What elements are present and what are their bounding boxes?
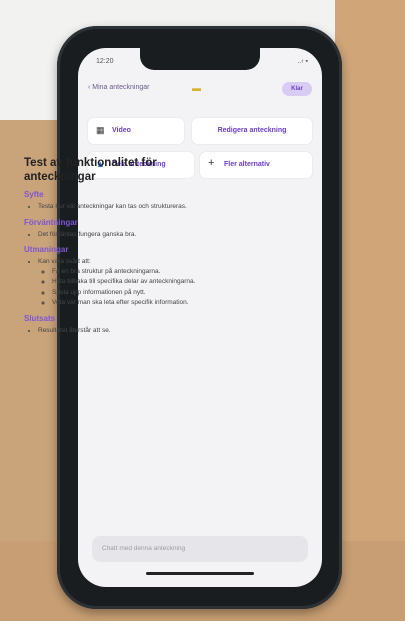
sub-list: Få en bra struktur på anteckningarna. Hi… [38, 268, 230, 308]
list-item: Resultatet återstår att se. [38, 327, 230, 336]
status-time: 12:20 [96, 58, 114, 65]
section-heading-slutsats: Slutsats [24, 313, 56, 323]
video-label: Video [112, 127, 131, 134]
sub-list-item: Få en bra struktur på anteckningarna. [52, 268, 230, 277]
phone-notch [140, 48, 260, 70]
section-list: Testa hur väl anteckningar kan tas och s… [24, 203, 230, 212]
section-list: Resultatet återstår att se. [24, 327, 230, 336]
section-heading-syfte: Syfte [24, 190, 44, 199]
list-item: Testa hur väl anteckningar kan tas och s… [38, 203, 230, 212]
section-list: Kan vara svårt att: Få en bra struktur p… [24, 258, 230, 308]
video-button[interactable]: ▦ Video [88, 118, 184, 144]
list-item-text: Kan vara svårt att: [38, 258, 91, 265]
list-item: Det förväntas fungera ganska bra. [38, 231, 230, 240]
note-content: Test av funktionalitet för anteckningar … [24, 156, 230, 337]
sub-list-item: Hitta tillbaka till specifika delar av a… [52, 278, 230, 287]
list-item: Kan vara svårt att: Få en bra struktur p… [38, 258, 230, 308]
note-title: Test av funktionalitet för anteckningar [24, 157, 157, 183]
section-list: Det förväntas fungera ganska bra. [24, 231, 230, 240]
video-icon: ▦ [96, 125, 105, 135]
back-button[interactable]: ‹ Mina anteckningar [88, 84, 149, 91]
sub-list-item: Veta var man ska leta efter specifik inf… [52, 299, 230, 308]
sub-list-item: Spela upp informationen på nytt. [52, 289, 230, 298]
navbar: ‹ Mina anteckningar ▬ Klar [88, 82, 312, 98]
folder-icon: ▬ [192, 83, 201, 93]
edit-note-button[interactable]: Redigera anteckning [192, 118, 312, 144]
more-options-label: Fler alternativ [224, 161, 270, 168]
done-button[interactable]: Klar [282, 82, 312, 96]
section-heading-utmaningar: Utmaningar [24, 245, 69, 254]
status-icons: ..‹ ▪ [297, 58, 308, 65]
background-table-right [335, 0, 405, 621]
section-heading-forvantningar: Förväntningar [24, 217, 78, 227]
edit-note-label: Redigera anteckning [217, 127, 287, 134]
